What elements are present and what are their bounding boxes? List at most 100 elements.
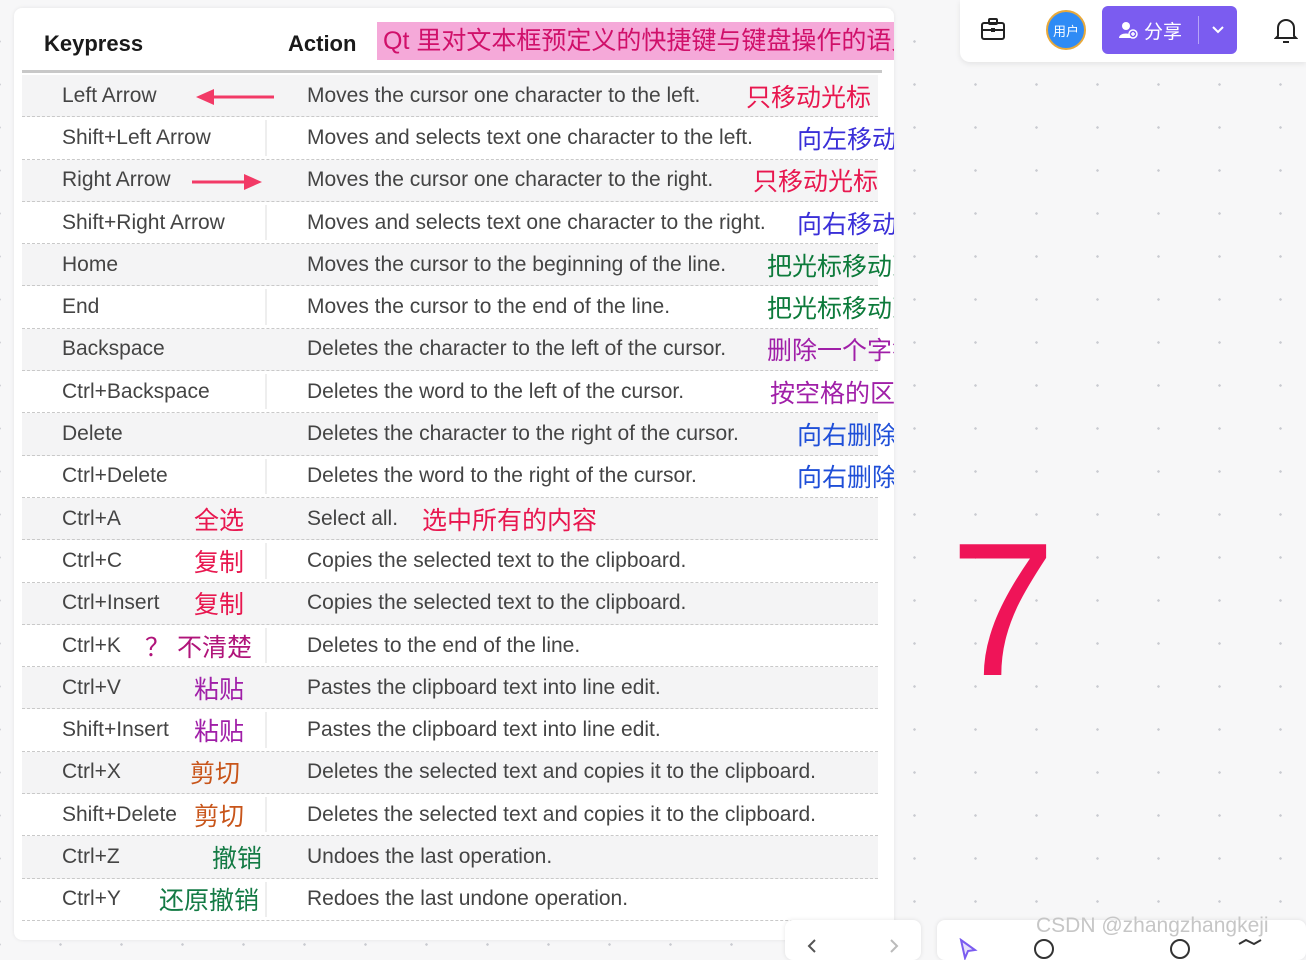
table-body: Left Arrow Moves the cursor one characte… xyxy=(22,75,894,921)
row-action: Copies the selected text to the clipboar… xyxy=(307,591,687,615)
row-key: Ctrl+X xyxy=(62,760,121,784)
table-row: Shift+Right Arrow Moves and selects text… xyxy=(22,202,894,245)
avatar-label: 用户 xyxy=(1052,23,1079,39)
table-row: Ctrl+V 粘贴 Pastes the clipboard text into… xyxy=(22,667,878,710)
table-row: Ctrl+Insert 复制 Copies the selected text … xyxy=(22,582,878,625)
watermark: CSDN @zhangzhangkeji xyxy=(1036,914,1269,937)
table-row: Shift+Left Arrow Moves and selects text … xyxy=(22,117,894,160)
row-key-note: 粘贴 xyxy=(194,718,245,747)
chevron-down-icon xyxy=(1212,26,1224,34)
table-row: Ctrl+Delete Deletes the word to the righ… xyxy=(22,456,894,498)
row-action: Redoes the last undone operation. xyxy=(307,887,629,911)
row-key-note: ？ 不清楚 xyxy=(145,633,252,662)
table-row: Ctrl+K ？ 不清楚 Deletes to the end of the l… xyxy=(22,625,878,668)
avatar[interactable]: 用户 xyxy=(1046,10,1086,50)
table-row: Shift+Delete 剪切 Deletes the selected tex… xyxy=(22,794,878,837)
row-action-note: 把光标移动到行首，所有字符的前面 xyxy=(767,252,894,281)
row-key-note: 还原撤销 xyxy=(159,887,260,916)
row-key: Ctrl+K xyxy=(62,633,121,657)
table-row: Ctrl+Z 撤销 Undoes the last operation. xyxy=(22,836,878,879)
row-action-note: 向右移动光标并选中文本 xyxy=(797,210,894,239)
row-action: Pastes the clipboard text into line edit… xyxy=(307,675,661,699)
table-row: Ctrl+A 全选 Select all. 选中所有的内容 xyxy=(22,497,878,541)
map-icon[interactable] xyxy=(1237,938,1263,960)
row-action-note: 删除一个字符 xyxy=(767,337,894,366)
table-header: Keypress Action Qt 里对文本框预定义的快捷键与键盘操作的语义 xyxy=(22,18,894,70)
row-action-note: 把光标移动到末尾，所有字符的后面 xyxy=(767,295,894,324)
table-row: Ctrl+Backspace Deletes the word to the l… xyxy=(22,371,894,414)
row-key: Ctrl+V xyxy=(62,675,121,699)
row-key: Shift+Delete xyxy=(62,802,177,826)
header-divider xyxy=(22,70,882,73)
add-user-icon xyxy=(1118,22,1138,39)
table-row: Ctrl+Y 还原撤销 Redoes the last undone opera… xyxy=(22,879,878,921)
share-label: 分享 xyxy=(1143,21,1182,43)
row-key-note: 粘贴 xyxy=(194,675,245,704)
header-keypress: Keypress xyxy=(44,31,144,56)
row-key: Ctrl+C xyxy=(62,548,123,572)
navigation-bar xyxy=(785,920,921,960)
row-key: Left Arrow xyxy=(62,83,157,107)
row-action: Deletes to the end of the line. xyxy=(307,633,581,657)
row-key: Shift+Right Arrow xyxy=(62,210,225,234)
header-action: Action xyxy=(288,31,357,56)
row-action: Deletes the word to the left of the curs… xyxy=(307,379,685,403)
table-row: Right Arrow Moves the cursor one charact… xyxy=(22,159,878,202)
row-action: Select all. xyxy=(307,506,399,530)
row-key: Ctrl+Y xyxy=(62,887,121,911)
table-row: Shift+Insert 粘贴 Pastes the clipboard tex… xyxy=(22,709,878,752)
share-button[interactable]: 分享 xyxy=(1102,6,1237,54)
undo-icon[interactable] xyxy=(805,938,821,954)
row-key: Backspace xyxy=(62,337,165,361)
bell-icon[interactable] xyxy=(1273,16,1299,49)
help-icon[interactable] xyxy=(1169,938,1191,960)
table-row: End Moves the cursor to the end of the l… xyxy=(22,286,894,329)
row-action: Deletes the word to the right of the cur… xyxy=(307,464,697,488)
row-action-note: 向右删除字符 xyxy=(797,422,894,451)
zoom-out-icon[interactable] xyxy=(1033,938,1055,960)
redo-icon[interactable] xyxy=(885,938,901,954)
row-action: Moves the cursor one character to the le… xyxy=(307,83,701,107)
table-row: Home Moves the cursor to the beginning o… xyxy=(22,244,894,287)
row-action: Moves the cursor to the end of the line. xyxy=(307,295,671,319)
row-key-note: 剪切 xyxy=(190,760,241,789)
right-arrow-icon xyxy=(192,173,262,190)
table-row: Delete Deletes the character to the righ… xyxy=(22,413,894,456)
share-main-button[interactable]: 分享 xyxy=(1102,6,1198,54)
row-key: Shift+Insert xyxy=(62,718,169,742)
row-key: Delete xyxy=(62,422,123,446)
row-action: Moves the cursor to the beginning of the… xyxy=(307,252,727,276)
left-arrow-icon xyxy=(196,89,274,105)
row-action-note: 按空格的区分，删除单词，这对英文才有意义 xyxy=(770,379,894,408)
row-key: Ctrl+Insert xyxy=(62,591,160,615)
canvas-number-annotation: 7 xyxy=(950,504,1056,716)
header-annotation: Qt 里对文本框预定义的快捷键与键盘操作的语义 xyxy=(377,22,894,60)
briefcase-icon[interactable] xyxy=(980,17,1006,46)
row-key: Right Arrow xyxy=(62,168,171,192)
row-action: Deletes the character to the right of th… xyxy=(307,422,739,446)
pointer-icon[interactable] xyxy=(957,938,979,960)
row-action-note: 选中所有的内容 xyxy=(422,506,598,535)
row-key: Ctrl+Delete xyxy=(62,464,168,488)
shortcut-table-image: Keypress Action Qt 里对文本框预定义的快捷键与键盘操作的语义 … xyxy=(14,8,894,940)
row-key: Shift+Left Arrow xyxy=(62,125,211,149)
row-action-note: 只移动光标 xyxy=(746,83,872,112)
table-row: Ctrl+C 复制 Copies the selected text to th… xyxy=(22,540,878,583)
table-row: Ctrl+X 剪切 Deletes the selected text and … xyxy=(22,751,878,795)
row-key: Ctrl+Backspace xyxy=(62,379,210,403)
row-action: Deletes the selected text and copies it … xyxy=(307,802,816,826)
row-key-note: 撤销 xyxy=(212,844,263,873)
table-row: Backspace Deletes the character to the l… xyxy=(22,328,894,372)
row-action: Deletes the character to the left of the… xyxy=(307,337,727,361)
row-key-note: 剪切 xyxy=(194,802,245,831)
row-key: End xyxy=(62,295,100,319)
row-key: Home xyxy=(62,252,119,276)
row-action: Moves and selects text one character to … xyxy=(307,210,766,234)
row-key-note: 全选 xyxy=(194,506,245,535)
row-action-note: 向右删除单词 xyxy=(797,464,894,493)
row-action: Deletes the selected text and copies it … xyxy=(307,760,816,784)
row-action-note: 向左移动光标并选中文本 xyxy=(797,125,894,154)
share-dropdown-button[interactable] xyxy=(1199,6,1237,54)
row-key: Ctrl+A xyxy=(62,506,121,530)
row-action: Pastes the clipboard text into line edit… xyxy=(307,718,661,742)
